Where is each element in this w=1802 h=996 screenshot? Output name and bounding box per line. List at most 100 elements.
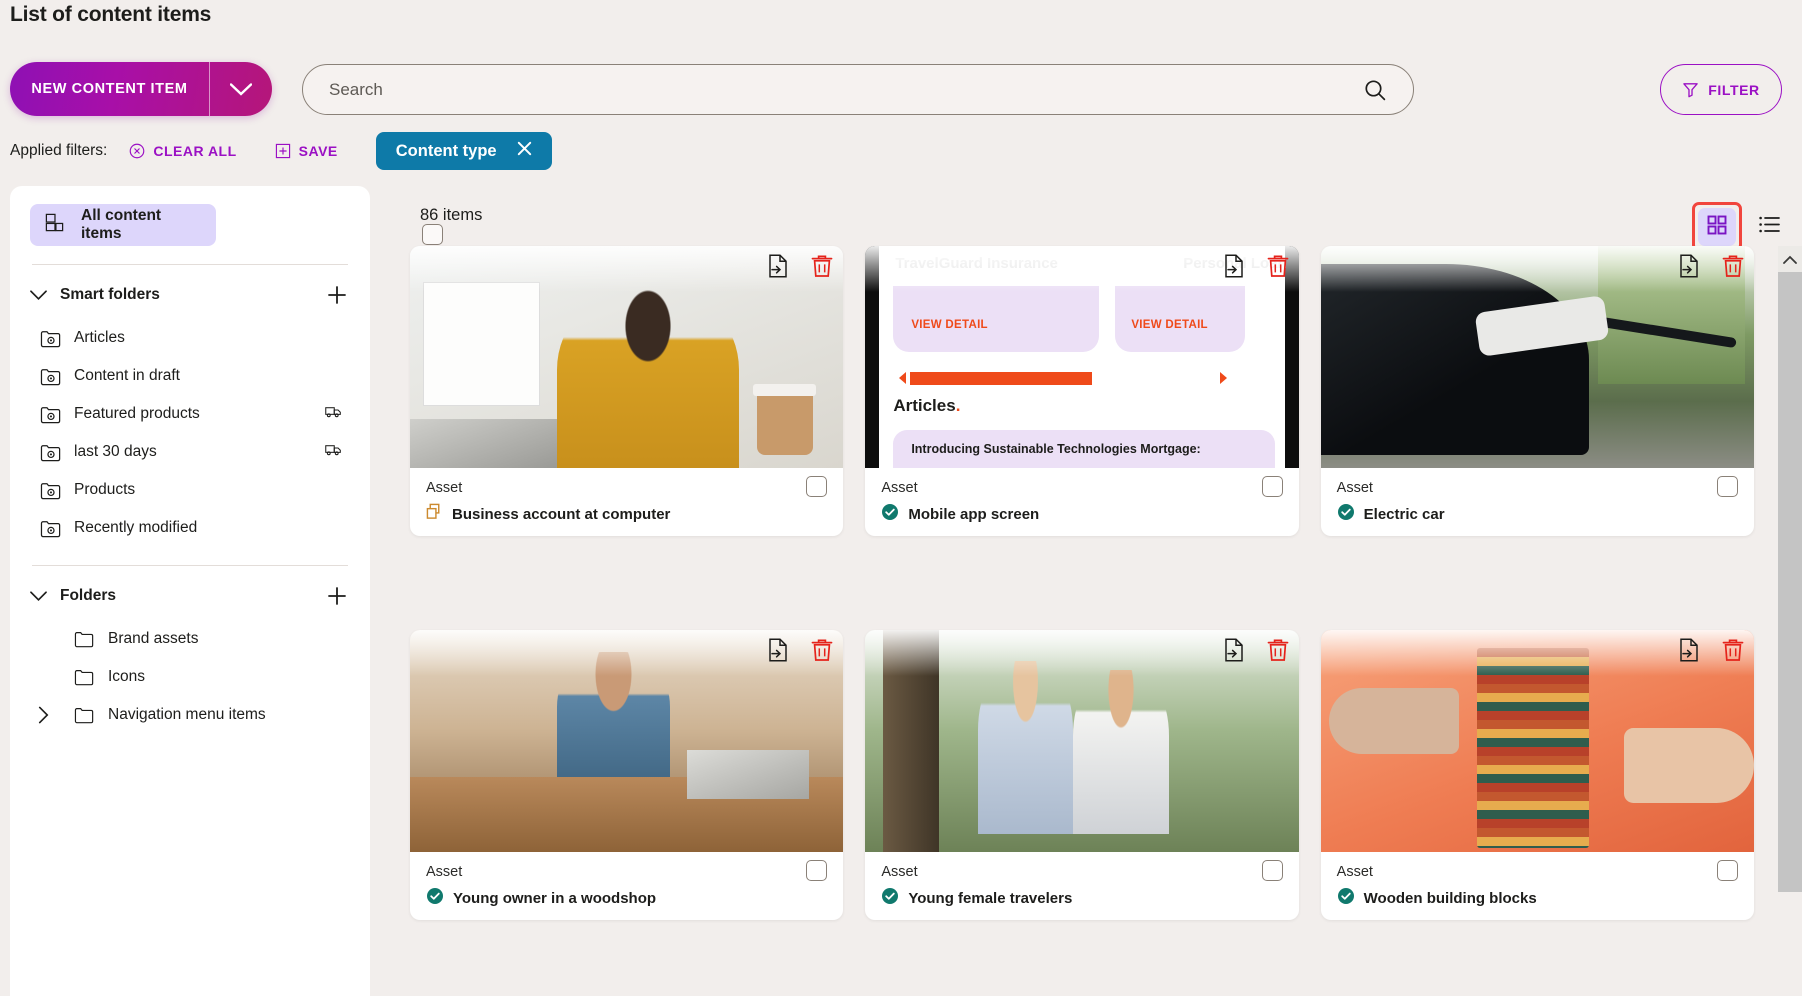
new-content-item-button[interactable]: NEW CONTENT ITEM: [10, 62, 272, 116]
card-thumbnail[interactable]: [1321, 246, 1754, 468]
card-slot: TravelGuard Insurance Personal Loan VIEW…: [865, 246, 1298, 612]
card-type-label: Asset: [881, 478, 1282, 498]
card-checkbox[interactable]: [1262, 860, 1283, 881]
card-actions: [1223, 638, 1289, 662]
sidebar-item-all-content-items[interactable]: All content items: [30, 204, 216, 246]
card-type-label: Asset: [426, 862, 827, 882]
card-title: Young owner in a woodshop: [453, 890, 656, 907]
add-smart-folder-button[interactable]: [324, 284, 350, 306]
filter-chip-content-type[interactable]: Content type: [376, 132, 552, 170]
sidebar-item-last-30-days[interactable]: last 30 days: [30, 433, 350, 471]
trash-icon[interactable]: [811, 254, 833, 278]
sidebar-item-content-in-draft[interactable]: Content in draft: [30, 357, 350, 395]
card-thumbnail[interactable]: [1321, 630, 1754, 852]
export-icon[interactable]: [1678, 254, 1700, 278]
export-icon[interactable]: [1223, 254, 1245, 278]
sidebar-item-content-in-draft-label: Content in draft: [74, 367, 180, 385]
list-view-button[interactable]: [1754, 212, 1784, 242]
content-card[interactable]: Asset Young female travelers: [865, 630, 1298, 920]
content-card[interactable]: Asset Wooden building blocks: [1321, 630, 1754, 920]
card-checkbox[interactable]: [1717, 476, 1738, 497]
export-icon[interactable]: [1223, 638, 1245, 662]
sidebar-item-navigation-menu-items[interactable]: Navigation menu items: [30, 696, 350, 734]
sidebar-item-brand-assets[interactable]: Brand assets: [30, 620, 350, 658]
sidebar-item-products[interactable]: Products: [30, 471, 350, 509]
sidebar-group-folders[interactable]: Folders: [30, 572, 350, 620]
card-footer: Asset Mobile app screen: [865, 468, 1298, 526]
trash-icon[interactable]: [811, 638, 833, 662]
funnel-icon: [1682, 81, 1699, 98]
trash-icon[interactable]: [1267, 638, 1289, 662]
sidebar-item-icons[interactable]: Icons: [30, 658, 350, 696]
card-footer: Asset Young female travelers: [865, 852, 1298, 910]
content-card[interactable]: Asset Young owner in a woodshop: [410, 630, 843, 920]
clear-all-button[interactable]: CLEAR ALL: [129, 143, 236, 159]
vertical-scrollbar[interactable]: [1778, 246, 1802, 996]
sidebar-item-brand-assets-label: Brand assets: [108, 630, 198, 648]
main-content: 86 items: [390, 186, 1802, 996]
card-checkbox[interactable]: [806, 860, 827, 881]
card-title: Electric car: [1364, 506, 1445, 523]
card-thumbnail[interactable]: TravelGuard Insurance Personal Loan VIEW…: [865, 246, 1298, 468]
card-type-label: Asset: [1337, 478, 1738, 498]
card-title-row: Wooden building blocks: [1337, 887, 1738, 910]
smart-folder-icon: [30, 443, 74, 462]
filter-button[interactable]: FILTER: [1660, 64, 1782, 115]
add-folder-button[interactable]: [324, 585, 350, 607]
draft-status-icon: [426, 503, 443, 525]
sidebar-item-last-30-days-label: last 30 days: [74, 443, 157, 461]
select-all-checkbox[interactable]: [422, 224, 443, 245]
card-thumbnail[interactable]: [410, 630, 843, 852]
content-card[interactable]: Asset Business account at computer: [410, 246, 843, 536]
card-checkbox[interactable]: [806, 476, 827, 497]
chevron-right-icon[interactable]: [38, 707, 49, 724]
published-status-icon: [426, 887, 444, 910]
trash-icon[interactable]: [1267, 254, 1289, 278]
card-title: Business account at computer: [452, 506, 670, 523]
card-thumbnail[interactable]: [410, 246, 843, 468]
search-icon[interactable]: [1363, 78, 1413, 102]
save-filter-button[interactable]: SAVE: [275, 143, 338, 159]
content-items-grid: Asset Business account at computer: [410, 246, 1754, 996]
grid-view-button[interactable]: [1698, 208, 1736, 246]
sidebar-item-all-content-items-label: All content items: [81, 207, 202, 243]
export-icon[interactable]: [767, 638, 789, 662]
card-title-row: Young female travelers: [881, 887, 1282, 910]
sidebar-item-recently-modified[interactable]: Recently modified: [30, 509, 350, 547]
trash-icon[interactable]: [1722, 254, 1744, 278]
content-card[interactable]: TravelGuard Insurance Personal Loan VIEW…: [865, 246, 1298, 536]
content-items-icon: [44, 212, 65, 238]
close-icon[interactable]: [515, 139, 534, 163]
card-type-label: Asset: [426, 478, 827, 498]
chevron-down-icon[interactable]: [30, 290, 60, 301]
card-checkbox[interactable]: [1717, 860, 1738, 881]
published-status-icon: [1337, 503, 1355, 526]
screen-heading: Articles.: [893, 396, 960, 416]
card-thumbnail[interactable]: [865, 630, 1298, 852]
scroll-up-button[interactable]: [1778, 246, 1802, 272]
new-content-item-label: NEW CONTENT ITEM: [10, 81, 209, 97]
export-icon[interactable]: [1678, 638, 1700, 662]
export-icon[interactable]: [767, 254, 789, 278]
sidebar-divider-1: [32, 264, 348, 265]
chevron-down-icon[interactable]: [210, 83, 272, 96]
applied-filters-label: Applied filters:: [10, 142, 107, 160]
filter-chip-label: Content type: [396, 142, 497, 161]
smart-folder-icon: [30, 329, 74, 348]
chevron-down-icon[interactable]: [30, 591, 60, 602]
card-checkbox[interactable]: [1262, 476, 1283, 497]
sidebar-group-smart-folders[interactable]: Smart folders: [30, 271, 350, 319]
folder-icon: [30, 630, 108, 648]
sidebar-item-featured-products[interactable]: Featured products: [30, 395, 350, 433]
sidebar-divider-2: [32, 565, 348, 566]
trash-icon[interactable]: [1722, 638, 1744, 662]
search-bar[interactable]: [302, 64, 1414, 115]
clear-circle-icon: [129, 143, 145, 159]
scrollbar-thumb[interactable]: [1778, 272, 1802, 892]
folder-icon: [30, 668, 108, 686]
screen-article-title: Introducing Sustainable Technologies Mor…: [911, 442, 1200, 456]
content-card[interactable]: Asset Electric car: [1321, 246, 1754, 536]
search-input[interactable]: [303, 79, 1363, 101]
sidebar-item-articles[interactable]: Articles: [30, 319, 350, 357]
published-status-icon: [881, 887, 899, 910]
